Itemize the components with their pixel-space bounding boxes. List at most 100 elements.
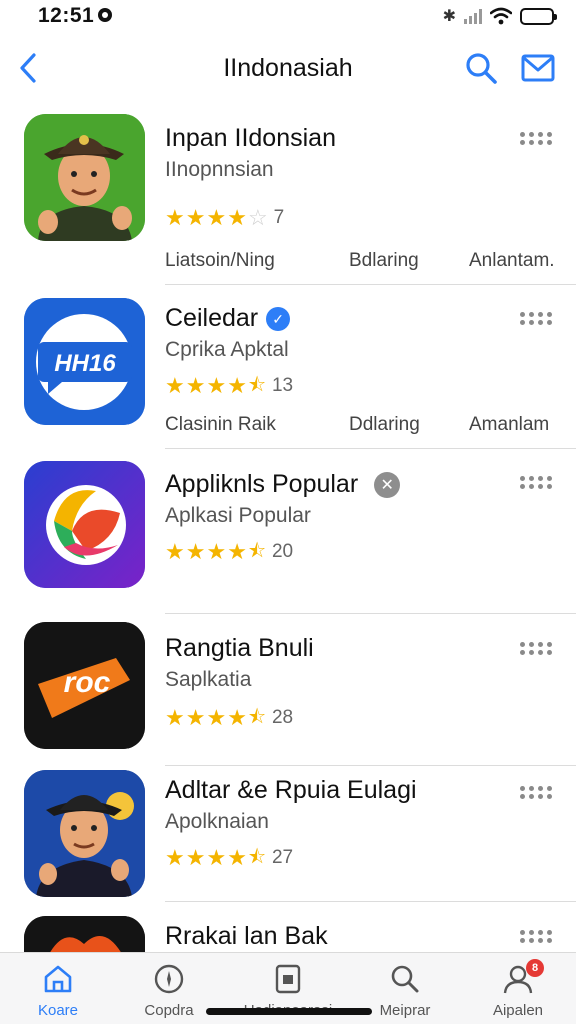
colorful-swirl-icon — [24, 461, 145, 588]
app-icon-calendar[interactable]: HH16 — [24, 298, 145, 425]
status-icons: ✱ — [442, 6, 557, 26]
battery-icon — [520, 7, 557, 25]
star-rating-icon: ★ ★ ★ ★ ⯪ — [165, 847, 266, 869]
app-tag[interactable]: Liatsoin/Ning — [165, 250, 275, 272]
rating-count: 27 — [271, 847, 294, 868]
more-options-button[interactable] — [520, 786, 554, 804]
app-rating: ★ ★ ★ ★ ⯪ 28 — [165, 707, 293, 729]
app-title: Rangtia Bnuli — [165, 634, 314, 662]
app-title-text: Appliknls Popular — [165, 470, 359, 498]
search-icon — [391, 965, 419, 993]
rating-count: 7 — [273, 207, 285, 228]
app-rating: ★ ★ ★ ★ ☆ 7 — [165, 207, 284, 229]
app-rating: ★ ★ ★ ★ ⯪ 20 — [165, 541, 293, 563]
star-icon: ⯪ — [247, 707, 266, 728]
app-title: Rrakai lan Bak — [165, 922, 328, 950]
app-title-text: Ceiledar — [165, 304, 259, 332]
tab-explore[interactable]: Copdra — [119, 961, 219, 1021]
tab-home[interactable]: Koare — [8, 961, 108, 1021]
more-options-button[interactable] — [520, 476, 554, 494]
soldier-avatar-icon — [24, 114, 145, 241]
rating-count: 28 — [271, 707, 294, 728]
app-icon-adltar[interactable] — [24, 770, 145, 897]
tab-label: Copdra — [144, 1002, 194, 1019]
apps-icon — [275, 964, 301, 994]
navigation-bar: IIndonasiah — [0, 36, 576, 98]
star-icon: ★ — [227, 705, 247, 730]
app-title: Ceiledar ✓ — [165, 304, 291, 333]
more-options-button[interactable] — [520, 930, 554, 948]
star-icon: ☆ — [247, 205, 268, 230]
bluetooth-icon: ✱ — [442, 8, 456, 25]
divider — [165, 448, 576, 449]
app-icon-text: roc — [63, 666, 111, 699]
app-list: Inpan IIdonsian IInopnnsian ★ ★ ★ ★ ☆ 7 Liat… — [0, 100, 576, 952]
search-icon — [466, 53, 497, 84]
home-icon — [44, 965, 72, 993]
app-tag[interactable]: Bdlaring — [349, 250, 419, 272]
star-icon: ★ — [227, 845, 247, 870]
tab-account[interactable]: 8 Aipalen — [468, 959, 568, 1021]
star-icon: ★ — [185, 205, 206, 230]
divider — [165, 284, 576, 285]
star-icon: ★ — [206, 205, 227, 230]
status-bar: 12:51 ✱ — [0, 0, 576, 34]
more-options-button[interactable] — [520, 312, 554, 330]
star-rating-icon: ★ ★ ★ ★ ⯪ — [165, 541, 266, 563]
divider — [165, 901, 576, 902]
star-icon: ⯪ — [247, 375, 266, 396]
status-time: 12:51 — [38, 4, 95, 27]
cellular-signal-icon — [464, 8, 482, 24]
tab-label: Aipalen — [492, 1002, 544, 1019]
app-title: Inpan IIdonsian — [165, 124, 336, 152]
star-icon: ★ — [165, 205, 185, 230]
compass-icon — [154, 964, 184, 994]
fire-creature-icon — [24, 916, 145, 952]
star-icon: ★ — [227, 373, 247, 398]
verified-icon: ✓ — [266, 307, 291, 332]
tab-label: Koare — [37, 1002, 79, 1019]
star-icon: ★ — [165, 373, 185, 398]
app-rating: ★ ★ ★ ★ ⯪ 13 — [165, 375, 293, 397]
search-button[interactable] — [463, 50, 499, 86]
star-icon: ★ — [165, 845, 185, 870]
star-icon: ★ — [165, 539, 185, 564]
rating-count: 20 — [271, 541, 294, 562]
more-options-button[interactable] — [520, 132, 554, 150]
app-tag[interactable]: Amanlam — [469, 414, 549, 436]
app-tag[interactable]: Ddlaring — [349, 414, 420, 436]
star-icon: ★ — [206, 705, 227, 730]
star-icon: ★ — [227, 205, 247, 230]
divider — [165, 613, 576, 614]
app-subtitle: IInopnnsian — [165, 158, 274, 181]
star-icon: ★ — [206, 539, 227, 564]
mail-icon — [521, 54, 555, 82]
app-icon-popular[interactable] — [24, 461, 145, 588]
app-subtitle: Saplkatia — [165, 668, 252, 691]
badge-icon: ✕ — [374, 472, 401, 499]
star-icon: ★ — [227, 539, 247, 564]
app-icon-text: HH16 — [54, 350, 116, 377]
star-icon: ⯪ — [247, 847, 266, 868]
app-subtitle: Aplkasi Popular — [165, 504, 311, 527]
mail-button[interactable] — [520, 50, 556, 86]
star-icon: ★ — [206, 845, 227, 870]
star-icon: ★ — [185, 705, 206, 730]
app-icon-rrakai[interactable] — [24, 916, 145, 952]
app-tag[interactable]: Anlantam. — [469, 250, 555, 272]
home-indicator — [206, 1008, 372, 1015]
notification-badge: 8 — [526, 959, 544, 977]
star-icon: ★ — [185, 539, 206, 564]
app-title: Appliknls Popular ✕ — [165, 470, 401, 499]
star-icon: ★ — [165, 705, 185, 730]
app-icon-rangtia[interactable]: roc — [24, 622, 145, 749]
app-title: Adltar &e Rpuia Eulagi — [165, 776, 417, 804]
app-icon-soldier[interactable] — [24, 114, 145, 241]
star-icon: ⯪ — [247, 541, 266, 562]
app-subtitle: Apolknaian — [165, 810, 269, 833]
star-icon: ★ — [185, 845, 206, 870]
more-options-button[interactable] — [520, 642, 554, 660]
star-icon: ★ — [185, 373, 206, 398]
star-rating-icon: ★ ★ ★ ★ ⯪ — [165, 375, 266, 397]
app-tag[interactable]: Clasinin Raik — [165, 414, 276, 436]
